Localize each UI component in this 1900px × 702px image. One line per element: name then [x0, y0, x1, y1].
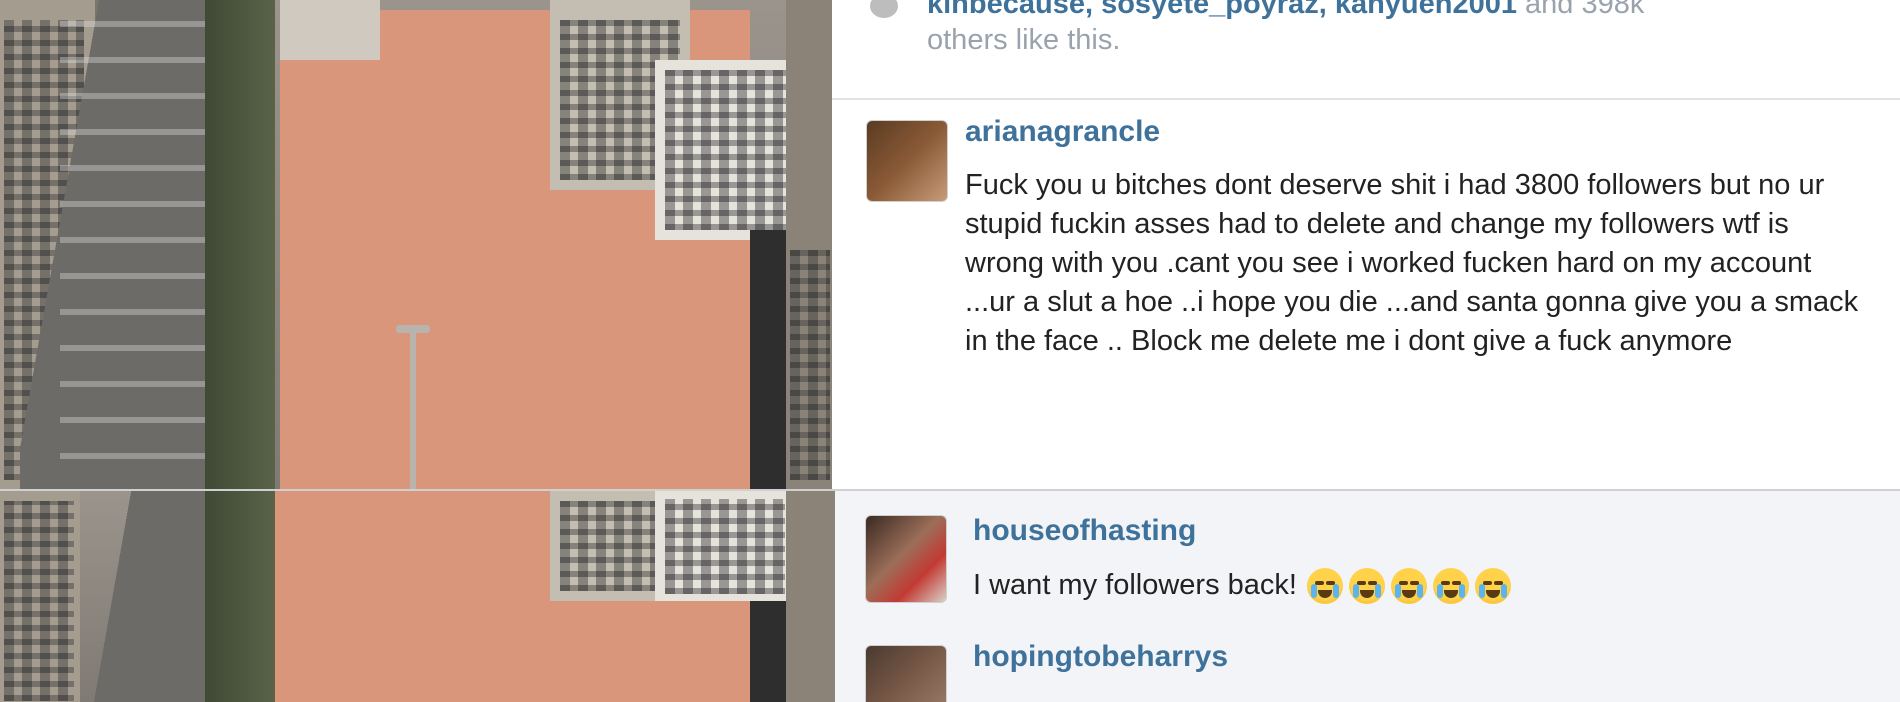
liker-names[interactable]: kinbecause, sosyete_poyraz, kahyuen2001: [927, 0, 1517, 20]
crying-face-icon: [1390, 568, 1427, 605]
likes-count: and 398k: [1516, 0, 1645, 20]
post-photo: [0, 0, 832, 489]
comment-text: Fuck you u bitches dont deserve shit i h…: [965, 169, 1859, 357]
post-photo: [0, 491, 835, 702]
likes-summary: kinbecause, sosyete_poyraz, kahyuen2001 …: [927, 0, 1644, 58]
avatar[interactable]: [865, 645, 947, 702]
likes-suffix: others like this.: [927, 24, 1121, 56]
crying-face-icon: [1306, 568, 1343, 605]
comment-text: I want my followers back!: [973, 563, 1873, 607]
comment-username[interactable]: houseofhasting: [973, 513, 1196, 549]
comment-text-body: I want my followers back!: [973, 569, 1297, 601]
crying-face-icon: [1432, 568, 1469, 605]
divider: [832, 98, 1900, 100]
bottom-screenshot-panel: houseofhasting I want my followers back!…: [0, 489, 1900, 702]
comment-feed: houseofhasting I want my followers back!…: [835, 491, 1900, 702]
emoji-row: [1306, 568, 1511, 605]
heart-icon: [870, 0, 898, 18]
comment-username[interactable]: arianagrancle: [965, 114, 1160, 150]
comment-username[interactable]: hopingtobeharrys: [973, 639, 1228, 675]
crying-face-icon: [1474, 568, 1511, 605]
crying-face-icon: [1348, 568, 1385, 605]
avatar[interactable]: [865, 515, 947, 603]
top-screenshot-panel: kinbecause, sosyete_poyraz, kahyuen2001 …: [0, 0, 1900, 489]
comment-feed: kinbecause, sosyete_poyraz, kahyuen2001 …: [832, 0, 1900, 489]
avatar[interactable]: [866, 120, 948, 202]
